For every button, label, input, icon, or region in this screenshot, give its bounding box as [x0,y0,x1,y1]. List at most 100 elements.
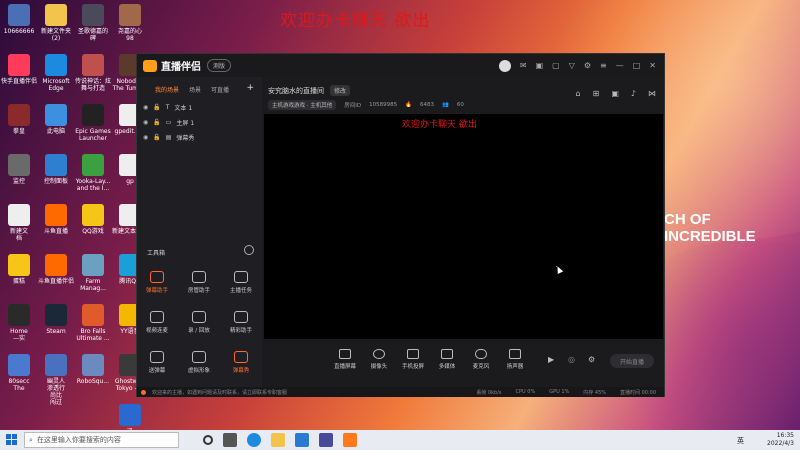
tab-live[interactable]: 可直播 [211,85,229,94]
start-live-button[interactable]: 开始直播 [610,354,654,368]
layout-icon[interactable]: ▣ [611,89,619,98]
tool-virtual-avatar[interactable]: 虚拟形象 [179,351,219,374]
desktop-icon[interactable]: Epic Games Launcher [74,104,112,142]
tool-send-danmaku[interactable]: 送弹幕 [137,351,177,374]
tool-room-manager[interactable]: 房管助手 [179,271,219,294]
metric-cpu: CPU 0% [515,388,536,395]
desktop-icon[interactable]: 快手直播伴侣 [0,54,38,85]
live-companion-window: 直播伴侣 测版 ✉ ▣ ▢ ▽ ⚙ ≡ — □ ✕ 我的场景 场景 可直播 + … [136,53,665,397]
desktop-icon[interactable]: 10666666 [0,4,38,35]
app-logo-icon [143,59,157,72]
category-pill[interactable]: 主机游戏游戏 · 主机其他 [268,100,337,110]
room-title: 安究脑水的直播间 [268,86,324,95]
toolbox-more-icon[interactable] [244,245,254,255]
phone-icon [407,349,419,359]
desktop-icon[interactable]: 监控 [0,154,38,185]
close-icon[interactable]: ✕ [649,61,656,70]
tab-my-scenes[interactable]: 我的场景 [155,85,179,94]
bell-icon[interactable]: ♪ [631,89,636,98]
tool-video-link[interactable]: 视频连麦 [137,311,177,334]
tool-danmaku-show[interactable]: 弹幕秀 [221,351,261,374]
task-view-icon[interactable] [223,433,237,447]
layer-item[interactable]: ◉ 🔓 T 文本 1 [137,100,262,115]
desktop-icon[interactable]: 圣歌德嘉的 碑 [74,4,112,42]
live-companion-taskbar-icon[interactable] [343,433,357,447]
desktop-icon[interactable]: 控制面板 [37,154,75,185]
mail-taskbar-icon[interactable] [295,433,309,447]
settings-gear-icon[interactable]: ⚙ [588,355,595,364]
layer-item[interactable]: ◉ 🔓 ▤ 弹幕秀 [137,130,262,145]
ime-indicator[interactable]: 英 [737,436,744,446]
desktop-icon[interactable]: 传说神话：炫 舞与打造 [74,54,112,92]
skin-icon[interactable]: ▢ [552,61,560,70]
desktop-icon[interactable]: Bro Falls Ultimate ... [74,304,112,342]
eye-icon[interactable]: ◉ [143,119,148,126]
home-icon[interactable]: ⌂ [576,89,581,98]
desktop-icon[interactable]: 80secc The [0,354,38,392]
app-taskbar-icon[interactable] [319,433,333,447]
tool-streamer-tasks[interactable]: 主播任务 [221,271,261,294]
tab-scenes[interactable]: 场景 [189,85,201,94]
desktop-icon[interactable]: QQ游戏 [74,204,112,235]
metric-live-time: 直播时间 00:00 [620,389,656,396]
filter-icon[interactable]: ▽ [569,61,575,70]
source-phone-button[interactable]: 手机投屏 [398,349,428,370]
timer-icon[interactable]: ◎ [568,355,575,364]
edit-room-button[interactable]: 修改 [330,85,351,96]
tool-record-replay[interactable]: 录 / 回放 [179,311,219,334]
source-toolbar: 直播屏幕 摄像头 手机投屏 多媒体 麦克风 扬声器 ▶ ◎ ⚙ 开始直播 [262,339,664,379]
lock-icon[interactable]: 🔓 [153,104,160,111]
desktop-icon[interactable]: 新建文件夹 (2) [37,4,75,42]
maximize-icon[interactable]: □ [633,61,641,70]
layer-name: 主屏 1 [176,120,195,127]
eye-icon[interactable]: ◉ [143,104,148,111]
layer-name: 文本 1 [174,105,193,112]
cortana-icon[interactable] [203,435,213,445]
windows-start-icon[interactable] [6,434,17,445]
desktop-icon[interactable]: Home —实 [0,304,38,342]
desktop-icon[interactable]: 拳皇 [0,104,38,135]
desktop-icon[interactable]: 此电脑 [37,104,75,135]
taskbar-search[interactable]: ⌕ 在这里输入你要搜索的内容 [24,432,179,448]
add-scene-icon[interactable]: + [246,83,254,93]
app-icon [45,354,67,376]
minimize-icon[interactable]: — [616,61,624,70]
eye-icon[interactable]: ◉ [143,134,148,141]
desktop-icon[interactable]: 新建文 档 [0,204,38,242]
desktop-icon[interactable]: 尧嘉的心 98 [111,4,149,42]
share-screen-icon[interactable]: ⊞ [593,89,600,98]
desktop-icon[interactable]: Steam [37,304,75,335]
edge-taskbar-icon[interactable] [247,433,261,447]
stream-preview[interactable]: 欢迎办卡聊天 欲出 [264,114,663,339]
message-icon[interactable]: ✉ [520,61,527,70]
desktop-icon[interactable]: Microsoft Edge [37,54,75,92]
app-icon [82,354,104,376]
desktop-icon-label: 监控 [12,178,25,185]
desktop-icon[interactable]: 斗鱼直播伴侣 [37,254,75,285]
source-media-button[interactable]: 多媒体 [432,349,462,370]
tool-danmaku-assistant[interactable]: 弹幕助手 [137,271,177,294]
layer-item[interactable]: ◉ 🔓 ▭ 主屏 1 [137,115,262,130]
desktop-icon[interactable]: 蛋糕 [0,254,38,285]
desktop-icon[interactable]: 斗鱼直播 [37,204,75,235]
settings-icon[interactable]: ⚙ [584,61,591,70]
lock-icon[interactable]: 🔓 [153,134,160,141]
menu-icon[interactable]: ≡ [600,61,607,70]
avatar[interactable] [498,59,511,72]
record-icon[interactable]: ▶ [548,355,554,364]
source-camera-button[interactable]: 摄像头 [364,349,394,370]
tool-highlights[interactable]: 精彩助手 [221,311,261,334]
gift-icon[interactable]: ▣ [536,61,544,70]
microphone-button[interactable]: 麦克风 [466,349,496,370]
desktop-icon[interactable]: Farm Manag... [74,254,112,292]
desktop-icon[interactable]: RoboSqu... [74,354,112,385]
lock-icon[interactable]: 🔓 [153,119,160,126]
version-pill[interactable]: 测版 [207,59,232,72]
desktop-icon[interactable]: 幽灵人 渗透行 尚比 闯过 [37,354,75,406]
speaker-button[interactable]: 扬声器 [500,349,530,370]
system-tray[interactable]: 16:35 2022/4/3 [767,432,794,448]
source-screen-button[interactable]: 直播屏幕 [330,349,360,370]
desktop-icon[interactable]: Yooka-Lay... and the I... [74,154,112,192]
share-icon[interactable]: ⋈ [648,89,656,98]
explorer-taskbar-icon[interactable] [271,433,285,447]
